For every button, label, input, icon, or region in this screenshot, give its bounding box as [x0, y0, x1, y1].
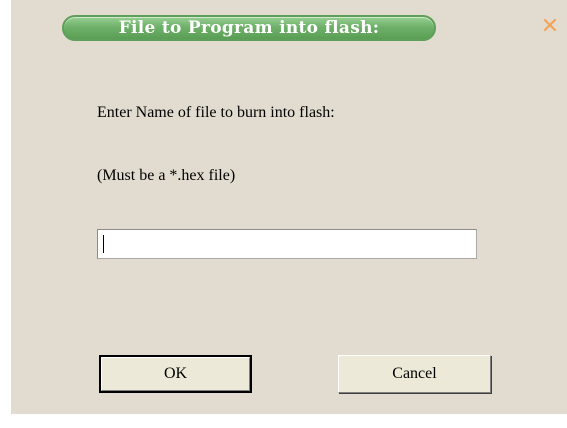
cancel-button[interactable]: Cancel — [338, 355, 491, 393]
close-icon[interactable]: ✕ — [539, 16, 561, 38]
filename-input[interactable] — [97, 229, 477, 259]
ok-button-label: OK — [101, 357, 250, 391]
window: File to Program into flash: ✕ Enter Name… — [0, 0, 567, 428]
file-dialog — [11, 0, 567, 414]
file-type-hint: (Must be a *.hex file) — [97, 167, 236, 184]
instruction-label: Enter Name of file to burn into flash: — [97, 104, 335, 121]
ok-button[interactable]: OK — [99, 355, 252, 393]
dialog-title: File to Program into flash: — [62, 15, 436, 41]
text-caret — [103, 235, 104, 253]
